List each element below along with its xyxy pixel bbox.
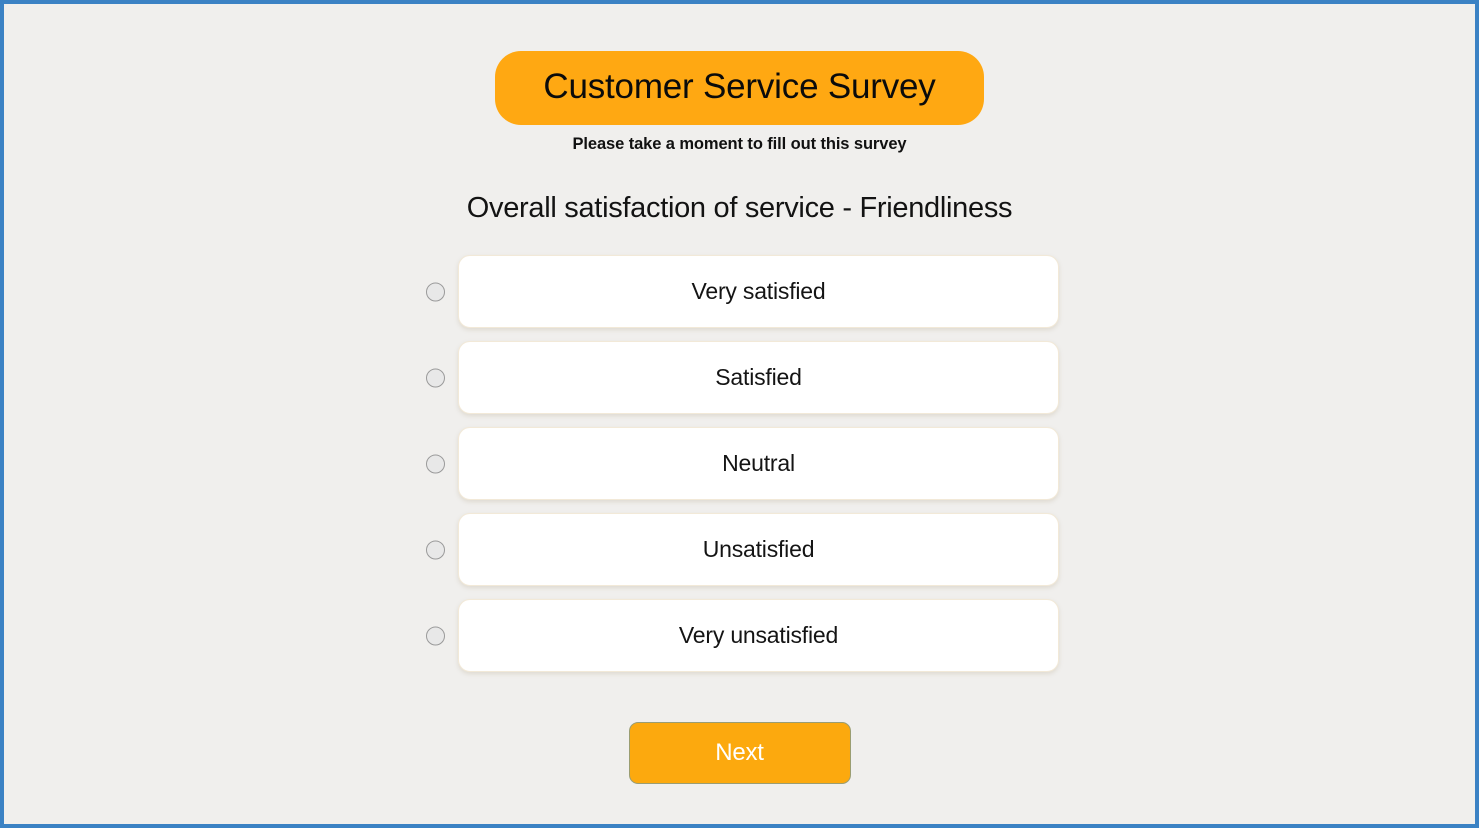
option-row: Very satisfied bbox=[4, 255, 1475, 328]
page-title: Customer Service Survey bbox=[495, 51, 983, 125]
radio-button-satisfied[interactable] bbox=[426, 368, 445, 387]
survey-options-list: Very satisfied Satisfied Neutral Unsatis… bbox=[4, 255, 1475, 685]
option-row: Neutral bbox=[4, 427, 1475, 500]
radio-button-very-unsatisfied[interactable] bbox=[426, 626, 445, 645]
radio-button-very-satisfied[interactable] bbox=[426, 282, 445, 301]
option-label: Very satisfied bbox=[692, 278, 826, 305]
option-card-satisfied[interactable]: Satisfied bbox=[458, 341, 1059, 414]
viewport-bottom-strip bbox=[0, 828, 1479, 833]
option-card-very-unsatisfied[interactable]: Very unsatisfied bbox=[458, 599, 1059, 672]
option-card-very-satisfied[interactable]: Very satisfied bbox=[458, 255, 1059, 328]
option-card-neutral[interactable]: Neutral bbox=[458, 427, 1059, 500]
title-banner-container: Customer Service Survey bbox=[4, 51, 1475, 125]
next-button-container: Next bbox=[4, 722, 1475, 784]
page-subtitle: Please take a moment to fill out this su… bbox=[4, 135, 1475, 154]
option-label: Unsatisfied bbox=[703, 536, 815, 563]
option-row: Unsatisfied bbox=[4, 513, 1475, 586]
option-row: Satisfied bbox=[4, 341, 1475, 414]
option-label: Neutral bbox=[722, 450, 795, 477]
option-label: Very unsatisfied bbox=[679, 622, 838, 649]
option-label: Satisfied bbox=[715, 364, 801, 391]
option-row: Very unsatisfied bbox=[4, 599, 1475, 672]
radio-button-unsatisfied[interactable] bbox=[426, 540, 445, 559]
survey-page: Customer Service Survey Please take a mo… bbox=[4, 4, 1475, 824]
radio-button-neutral[interactable] bbox=[426, 454, 445, 473]
option-card-unsatisfied[interactable]: Unsatisfied bbox=[458, 513, 1059, 586]
survey-question: Overall satisfaction of service - Friend… bbox=[4, 192, 1475, 225]
next-button[interactable]: Next bbox=[629, 722, 851, 784]
browser-focus-frame: Customer Service Survey Please take a mo… bbox=[0, 0, 1479, 828]
